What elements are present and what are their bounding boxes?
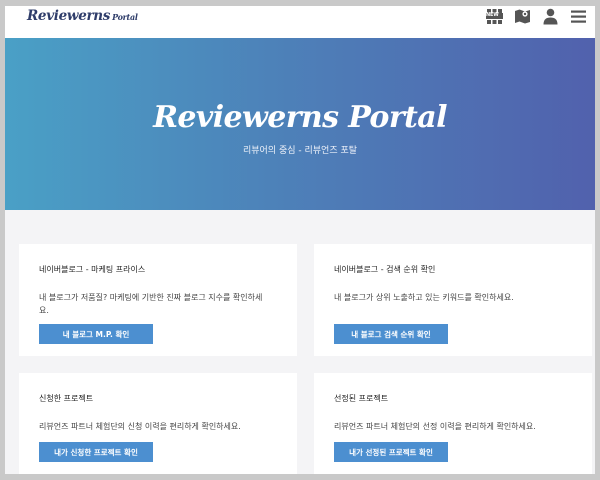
card-description: 내 블로그가 저품질? 마케팅에 기반한 진짜 블로그 지수를 확인하세요. bbox=[39, 293, 263, 315]
card-description: 리뷰언즈 파트너 체험단의 신청 이력을 편리하게 확인하세요. bbox=[39, 422, 241, 431]
card-description: 내 블로그가 상위 노출하고 있는 키워드를 확인하세요. bbox=[334, 293, 514, 302]
card-search-rank: 네이버블로그 - 검색 순위 확인 내 블로그가 상위 노출하고 있는 키워드를… bbox=[314, 244, 592, 356]
new-badge: NEW bbox=[486, 12, 499, 18]
hero-subtitle: 리뷰어의 중심 - 리뷰언즈 포탈 bbox=[242, 146, 358, 156]
site-logo[interactable]: Reviewerns Portal bbox=[27, 8, 138, 24]
check-applied-projects-button[interactable]: 내가 신청한 프로젝트 확인 bbox=[39, 442, 153, 462]
hamburger-menu-icon[interactable] bbox=[570, 8, 587, 25]
top-icon-group: NEW bbox=[486, 8, 587, 25]
new-grid-icon[interactable]: NEW bbox=[486, 8, 503, 25]
check-search-rank-button[interactable]: 내 블로그 검색 순위 확인 bbox=[334, 324, 448, 344]
check-mp-button[interactable]: 내 블로그 M.P. 확인 bbox=[39, 324, 153, 344]
card-title: 신청한 프로젝트 bbox=[39, 394, 94, 403]
card-title: 네이버블로그 - 마케팅 프라이스 bbox=[39, 265, 146, 274]
card-title: 선정된 프로젝트 bbox=[334, 394, 389, 403]
check-selected-projects-button[interactable]: 내가 선정된 프로젝트 확인 bbox=[334, 442, 448, 462]
card-selected-projects: 선정된 프로젝트 리뷰언즈 파트너 체험단의 선정 이력을 편리하게 확인하세요… bbox=[314, 373, 592, 474]
top-navigation-bar: Reviewerns Portal NEW bbox=[5, 6, 595, 38]
logo-sub-text: Portal bbox=[112, 12, 138, 22]
user-icon[interactable] bbox=[542, 8, 559, 25]
card-marketing-price: 네이버블로그 - 마케팅 프라이스 내 블로그가 저품질? 마케팅에 기반한 진… bbox=[19, 244, 297, 356]
hero-banner: Reviewerns Portal 리뷰어의 중심 - 리뷰언즈 포탈 bbox=[5, 38, 595, 210]
card-applied-projects: 신청한 프로젝트 리뷰언즈 파트너 체험단의 신청 이력을 편리하게 확인하세요… bbox=[19, 373, 297, 474]
hero-title: Reviewerns Portal bbox=[153, 100, 447, 135]
page-frame: Reviewerns Portal NEW Reviewerns Portal … bbox=[5, 6, 595, 474]
card-title: 네이버블로그 - 검색 순위 확인 bbox=[334, 265, 436, 274]
logo-main-text: Reviewerns bbox=[27, 8, 111, 24]
map-icon[interactable] bbox=[514, 8, 531, 25]
card-description: 리뷰언즈 파트너 체험단의 선정 이력을 편리하게 확인하세요. bbox=[334, 422, 536, 431]
